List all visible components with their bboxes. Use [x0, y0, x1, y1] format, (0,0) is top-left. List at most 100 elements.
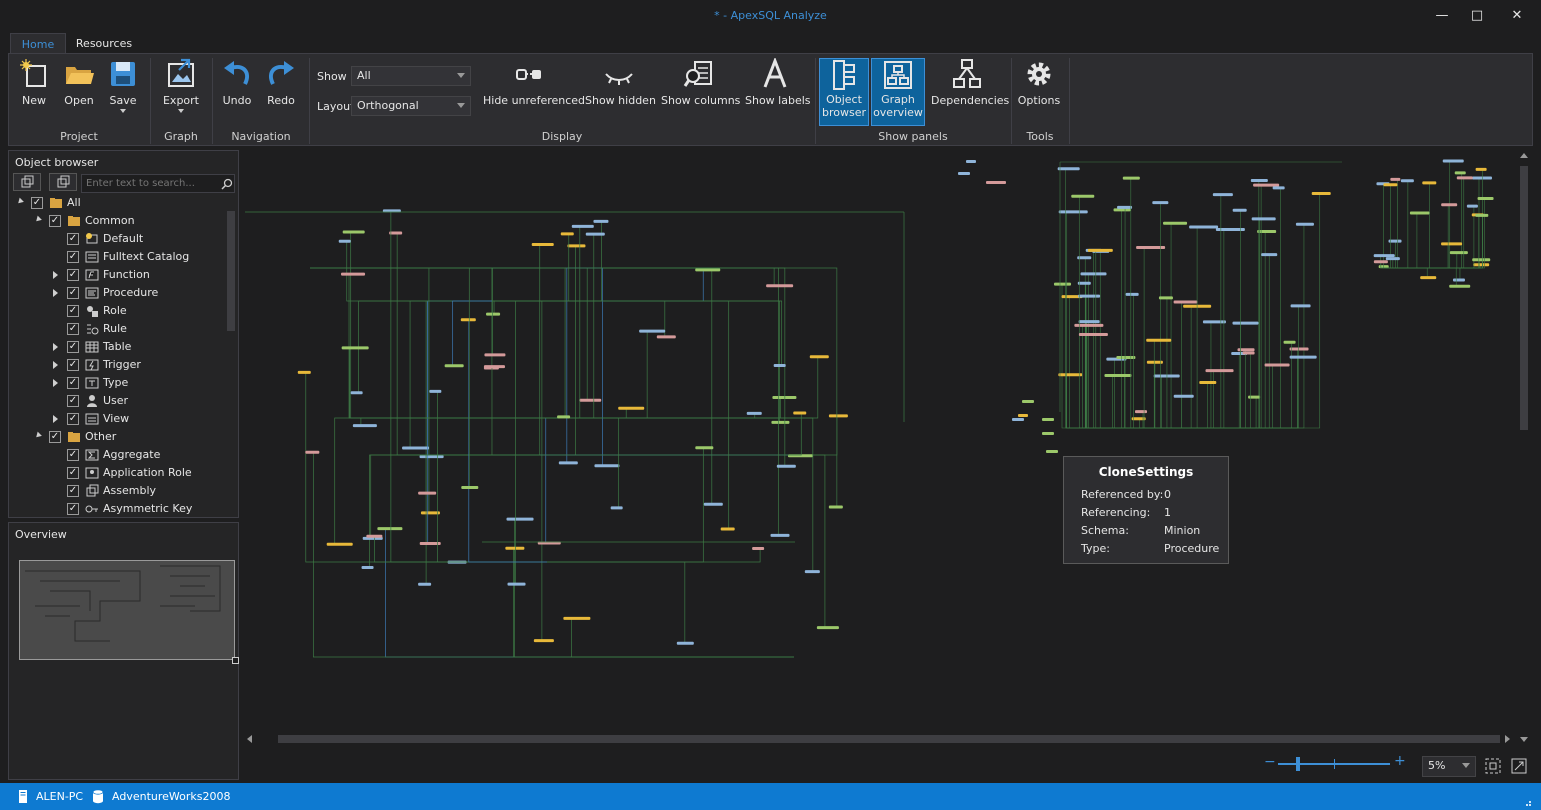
graph-node[interactable] [752, 546, 765, 550]
graph-node[interactable] [1373, 254, 1395, 258]
graph-node[interactable] [793, 411, 807, 415]
graph-node[interactable] [1452, 278, 1465, 282]
graph-node[interactable] [1471, 176, 1492, 180]
graph-node[interactable] [377, 527, 403, 531]
graph-node[interactable] [1290, 304, 1311, 308]
graph-node[interactable] [1135, 410, 1148, 414]
graph-node[interactable] [1012, 418, 1024, 421]
graph-node[interactable] [1289, 347, 1309, 351]
graph-node[interactable] [772, 396, 797, 400]
graph-node[interactable] [746, 411, 762, 415]
close-icon[interactable]: ✕ [1500, 2, 1534, 30]
graph-node[interactable] [1199, 381, 1217, 385]
search-input[interactable] [81, 174, 235, 193]
graph-node[interactable] [560, 232, 574, 236]
graph-node[interactable] [1078, 294, 1101, 298]
graph-node[interactable] [1477, 196, 1494, 200]
show-columns-button[interactable]: Show columns [661, 58, 740, 124]
graph-node[interactable] [402, 446, 430, 450]
graph-node[interactable] [1078, 332, 1108, 336]
tree-item[interactable]: ✓ Trigger [9, 357, 225, 375]
tree-item[interactable]: ✓ User [9, 393, 225, 411]
graph-node[interactable] [1295, 222, 1314, 226]
graph-node[interactable] [558, 461, 578, 465]
graph-node[interactable] [484, 353, 506, 357]
graph-node[interactable] [1442, 159, 1464, 163]
graph-node[interactable] [1087, 248, 1113, 252]
graph-node[interactable] [1173, 394, 1194, 398]
graph-node[interactable] [594, 464, 620, 468]
save-button[interactable]: Save [105, 58, 141, 124]
graph-node[interactable] [533, 639, 554, 643]
graph-node[interactable] [429, 389, 442, 393]
graph-node[interactable] [1441, 203, 1458, 207]
graph-node[interactable] [1232, 321, 1259, 325]
tree-item[interactable]: ✓ Rule [9, 321, 225, 339]
graph-node[interactable] [1054, 282, 1072, 286]
expanded-arrow-icon[interactable] [34, 431, 42, 440]
graph-node[interactable] [444, 364, 464, 368]
graph-canvas[interactable] [242, 150, 1517, 732]
expand-all-button[interactable] [13, 173, 41, 191]
graph-node[interactable] [338, 239, 351, 243]
graph-node[interactable] [418, 582, 432, 586]
undo-button[interactable]: Undo [219, 58, 255, 124]
graph-node[interactable] [1454, 171, 1466, 175]
graph-node[interactable] [1409, 211, 1430, 215]
graph-node[interactable] [1385, 257, 1400, 261]
graph-node[interactable] [828, 414, 848, 418]
graph-node[interactable] [1122, 176, 1140, 180]
graph-node[interactable] [1253, 183, 1280, 187]
graph-node[interactable] [1420, 276, 1437, 280]
tree-item[interactable]: ✓ View [9, 411, 225, 429]
tree-item-checkbox[interactable]: ✓ [67, 503, 79, 515]
graph-node[interactable] [1163, 221, 1188, 225]
graph-node[interactable] [1080, 272, 1107, 276]
redo-button[interactable]: Redo [263, 58, 299, 124]
scroll-right-icon[interactable] [1505, 735, 1510, 743]
graph-node[interactable] [1077, 281, 1091, 285]
tree-item-checkbox[interactable]: ✓ [67, 251, 79, 263]
graph-node[interactable] [593, 219, 609, 223]
graph-node[interactable] [1422, 181, 1437, 185]
graph-node[interactable] [1042, 432, 1054, 435]
graph-node[interactable] [1058, 373, 1083, 377]
tree-scroll-thumb[interactable] [227, 211, 235, 331]
graph-node[interactable] [483, 365, 505, 369]
graph-node[interactable] [986, 181, 1006, 184]
graph-node[interactable] [1146, 338, 1172, 342]
graph-node[interactable] [1071, 194, 1095, 198]
tree-item[interactable]: ✓ Default [9, 231, 225, 249]
graph-node[interactable] [352, 424, 377, 428]
graph-node[interactable] [341, 272, 366, 276]
graph-node[interactable] [703, 502, 723, 506]
expanded-arrow-icon[interactable] [16, 197, 24, 206]
graph-node[interactable] [342, 230, 365, 234]
graph-node[interactable] [1400, 179, 1414, 183]
graph-node[interactable] [1456, 176, 1473, 180]
graph-node[interactable] [297, 370, 311, 374]
graph-node[interactable] [1449, 251, 1468, 255]
graph-node[interactable] [809, 355, 829, 359]
graph-node[interactable] [1212, 193, 1233, 197]
tree-item[interactable]: ✓ Application Role [9, 465, 225, 483]
graph-node[interactable] [1173, 300, 1198, 304]
graph-node[interactable] [1116, 356, 1136, 360]
graph-node[interactable] [1136, 245, 1166, 249]
graph-node[interactable] [1046, 450, 1058, 453]
graph-node[interactable] [1058, 210, 1088, 214]
graph-node[interactable] [418, 491, 437, 495]
collapsed-arrow-icon[interactable] [53, 343, 58, 351]
graph-overview-button[interactable]: Graph overview [871, 58, 925, 126]
graph-node[interactable] [419, 455, 444, 459]
tree-item[interactable]: ✓ Role [9, 303, 225, 321]
graph-node[interactable] [966, 160, 976, 163]
tab-resources[interactable]: Resources [70, 33, 138, 54]
zoom-slider[interactable]: − + [1264, 753, 1406, 775]
tab-home[interactable]: Home [10, 33, 66, 54]
graph-node[interactable] [1104, 373, 1132, 377]
expanded-arrow-icon[interactable] [34, 215, 42, 224]
graph-node[interactable] [1242, 351, 1255, 355]
graph-node[interactable] [1205, 369, 1234, 373]
graph-node[interactable] [350, 391, 363, 395]
